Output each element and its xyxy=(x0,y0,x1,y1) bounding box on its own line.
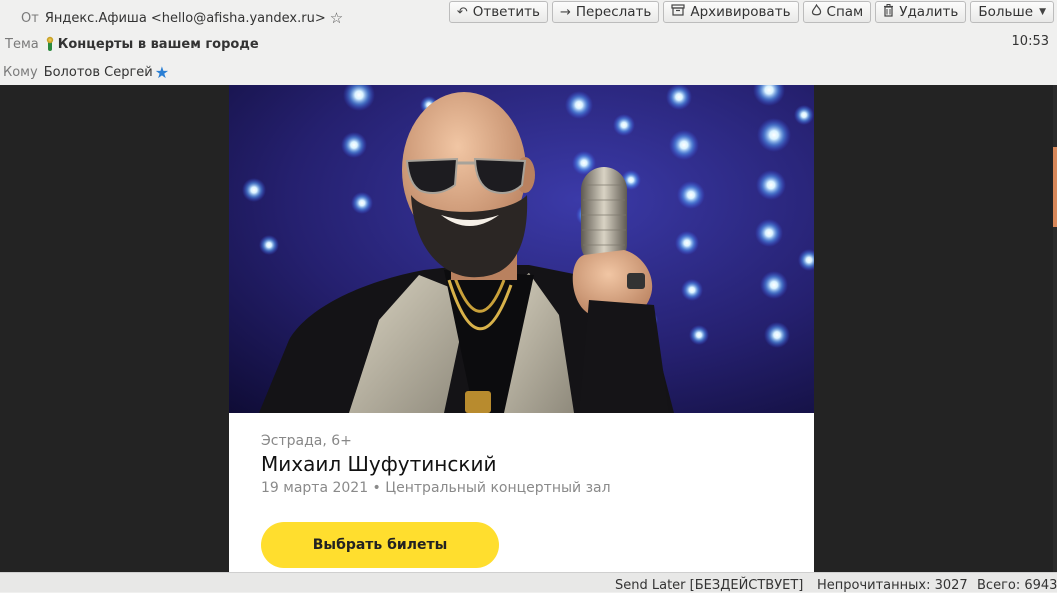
flame-icon xyxy=(811,3,822,21)
subject-row: Тема Концерты в вашем городе xyxy=(5,32,259,56)
star-filled-blue-icon[interactable]: ★ xyxy=(155,63,169,82)
subject-value: Концерты в вашем городе xyxy=(57,36,259,52)
chevron-down-icon: ▼ xyxy=(1039,7,1046,17)
event-artist[interactable]: Михаил Шуфутинский xyxy=(261,452,791,476)
trash-icon xyxy=(883,3,894,21)
forward-button[interactable]: → Переслать xyxy=(551,1,660,23)
total-count: Всего: 6943 xyxy=(977,578,1057,593)
delete-label: Удалить xyxy=(899,4,959,20)
reply-button[interactable]: ↶ Ответить xyxy=(448,1,548,23)
message-header: От Яндекс.Афиша <hello@afisha.yandex.ru>… xyxy=(0,0,1057,85)
message-toolbar: ↶ Ответить → Переслать Архивировать Спам… xyxy=(448,1,1057,23)
microphone-emoji-icon xyxy=(45,36,55,52)
to-label: Кому xyxy=(3,64,38,80)
forward-icon: → xyxy=(559,4,571,20)
reply-label: Ответить xyxy=(472,4,540,20)
message-body[interactable]: Эстрада, 6+ Михаил Шуфутинский 19 марта … xyxy=(0,85,1057,572)
archive-button[interactable]: Архивировать xyxy=(663,1,799,23)
send-later-status[interactable]: Send Later [БЕЗДЕЙСТВУЕТ] xyxy=(615,578,803,593)
from-value[interactable]: Яндекс.Афиша <hello@afisha.yandex.ru> xyxy=(45,11,326,26)
status-bar: Send Later [БЕЗДЕЙСТВУЕТ] Непрочитанных:… xyxy=(0,572,1057,593)
forward-label: Переслать xyxy=(575,4,652,20)
reply-icon: ↶ xyxy=(456,4,468,20)
hero-image[interactable] xyxy=(229,85,814,413)
from-label: От xyxy=(21,10,39,26)
more-button[interactable]: Больше ▼ xyxy=(970,1,1054,23)
scrollbar-thumb[interactable] xyxy=(1053,147,1057,227)
unread-count: Непрочитанных: 3027 xyxy=(817,578,968,593)
delete-button[interactable]: Удалить xyxy=(875,1,967,23)
to-row: Кому Болотов Сергей ★ xyxy=(3,60,169,84)
spam-label: Спам xyxy=(826,4,864,20)
subject-label: Тема xyxy=(5,36,39,52)
more-label: Больше xyxy=(978,4,1034,20)
star-outline-icon[interactable]: ☆ xyxy=(330,9,343,27)
to-value[interactable]: Болотов Сергей xyxy=(44,65,153,80)
message-time: 10:53 xyxy=(1011,34,1049,49)
from-row: От Яндекс.Афиша <hello@afisha.yandex.ru>… xyxy=(21,6,343,30)
choose-tickets-button[interactable]: Выбрать билеты xyxy=(261,522,499,568)
spam-button[interactable]: Спам xyxy=(802,1,872,23)
event-details: 19 марта 2021 • Центральный концертный з… xyxy=(261,480,611,496)
event-genre: Эстрада, 6+ xyxy=(261,433,352,449)
email-card: Эстрада, 6+ Михаил Шуфутинский 19 марта … xyxy=(229,85,814,572)
archive-icon xyxy=(671,4,685,20)
event-info: Эстрада, 6+ Михаил Шуфутинский 19 марта … xyxy=(261,433,791,496)
archive-label: Архивировать xyxy=(690,4,791,20)
